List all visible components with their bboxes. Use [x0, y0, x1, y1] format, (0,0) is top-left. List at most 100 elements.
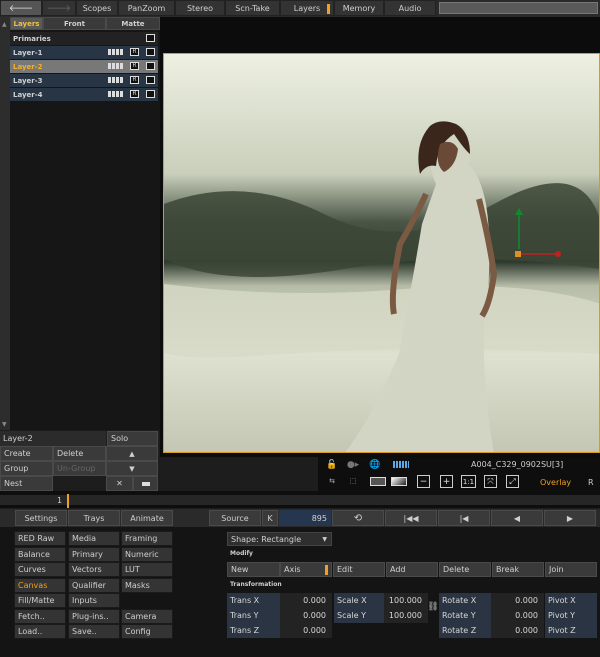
- frame-counter[interactable]: 895: [279, 510, 331, 526]
- menu-item-config[interactable]: Config: [121, 624, 173, 639]
- render-button[interactable]: R: [130, 48, 139, 56]
- menu-item-framing[interactable]: Framing: [121, 531, 173, 546]
- pivot-z-field[interactable]: Pivot Z: [545, 623, 597, 638]
- rotate-z-value[interactable]: 0.000: [491, 623, 544, 638]
- play-button[interactable]: ▶: [544, 510, 596, 526]
- fit-icon[interactable]: ⤧: [484, 475, 497, 488]
- play-reverse-button[interactable]: ◀: [491, 510, 543, 526]
- menu-item-fill-matte[interactable]: Fill/Matte: [14, 593, 66, 608]
- shape-select[interactable]: Shape: Rectangle ▼: [227, 532, 332, 546]
- close-button[interactable]: ✕: [106, 476, 133, 491]
- forward-button[interactable]: 🡒: [42, 0, 76, 16]
- tab-scopes[interactable]: Scopes: [76, 0, 118, 16]
- zoom-out-icon[interactable]: −: [417, 475, 430, 488]
- solo-button[interactable]: Solo: [107, 431, 158, 446]
- pivot-y-field[interactable]: Pivot Y: [545, 608, 597, 623]
- layer-row-3[interactable]: Layer-3 R: [10, 74, 158, 87]
- layer-row-1[interactable]: Layer-1 R: [10, 46, 158, 59]
- menu-item-qualifier[interactable]: Qualifier: [68, 577, 120, 593]
- ungroup-button[interactable]: Un-Group: [53, 461, 106, 476]
- rotate-x-value[interactable]: 0.000: [491, 593, 544, 608]
- tab-panzoom[interactable]: PanZoom: [118, 0, 175, 16]
- delete-layer-button[interactable]: Delete: [53, 446, 106, 461]
- fullscreen-icon[interactable]: ⤢: [506, 475, 519, 488]
- tab-audio[interactable]: Audio: [384, 0, 436, 16]
- layer-tab-front[interactable]: Front: [43, 17, 106, 30]
- menu-item-save[interactable]: Save..: [68, 624, 120, 639]
- overlay-r-toggle[interactable]: R: [588, 478, 594, 487]
- settings-button[interactable]: Settings: [15, 510, 67, 526]
- link-chain-icon[interactable]: ⛓: [427, 598, 438, 616]
- create-button[interactable]: Create: [0, 446, 53, 461]
- menu-item-balance[interactable]: Balance: [14, 546, 66, 562]
- layer-visibility-icon[interactable]: [146, 90, 155, 98]
- trans-x-value[interactable]: 0.000: [280, 593, 332, 608]
- menu-item-camera[interactable]: Camera: [121, 608, 173, 624]
- timeline-scale[interactable]: [0, 495, 600, 505]
- move-down-button[interactable]: ▼: [106, 461, 158, 476]
- trays-button[interactable]: Trays: [68, 510, 120, 526]
- tab-stereo[interactable]: Stereo: [175, 0, 225, 16]
- menu-item-vectors[interactable]: Vectors: [68, 562, 120, 577]
- one-to-one-button[interactable]: 1:1: [461, 475, 476, 488]
- menu-button[interactable]: [133, 476, 158, 491]
- trans-z-value[interactable]: 0.000: [280, 623, 332, 638]
- join-button[interactable]: Join: [545, 562, 597, 577]
- play-record-icon[interactable]: ●▸: [345, 458, 361, 471]
- layer-tab-layers[interactable]: Layers: [10, 17, 43, 30]
- tab-memory[interactable]: Memory: [334, 0, 384, 16]
- group-button[interactable]: Group: [0, 461, 53, 476]
- zoom-in-icon[interactable]: +: [440, 475, 453, 488]
- layer-group-row[interactable]: Primaries: [10, 32, 158, 45]
- loop-button[interactable]: ⟲: [332, 510, 384, 526]
- menu-item-media[interactable]: Media: [68, 531, 120, 546]
- split-view-icon[interactable]: ⇆: [324, 475, 340, 487]
- menu-item-curves[interactable]: Curves: [14, 562, 66, 577]
- menu-item-masks[interactable]: Masks: [121, 577, 173, 593]
- layer-row-2[interactable]: Layer-2 R: [10, 60, 158, 73]
- source-button[interactable]: Source: [209, 510, 261, 526]
- layer-visibility-icon[interactable]: [146, 48, 155, 56]
- video-frame[interactable]: [163, 53, 600, 453]
- layer-visibility-icon[interactable]: [146, 76, 155, 84]
- pivot-x-field[interactable]: Pivot X: [545, 593, 597, 608]
- tab-scn-take[interactable]: Scn-Take: [225, 0, 280, 16]
- new-button[interactable]: New: [227, 562, 280, 577]
- break-button[interactable]: Break: [492, 562, 544, 577]
- add-button[interactable]: Add: [386, 562, 438, 577]
- frame-icon[interactable]: [370, 477, 386, 486]
- move-up-button[interactable]: ▲: [106, 446, 158, 461]
- wipe-icon[interactable]: ⬚: [345, 475, 361, 487]
- scale-x-value[interactable]: 100.000: [384, 593, 428, 608]
- layer-tab-matte[interactable]: Matte: [106, 17, 160, 30]
- go-to-start-button[interactable]: |◀◀: [385, 510, 437, 526]
- menu-item-lut[interactable]: LUT: [121, 562, 173, 577]
- menu-item-canvas[interactable]: Canvas: [14, 577, 66, 593]
- layer-row-4[interactable]: Layer-4 R: [10, 88, 158, 101]
- render-button[interactable]: R: [130, 76, 139, 84]
- animate-button[interactable]: Animate: [121, 510, 173, 526]
- trans-y-value[interactable]: 0.000: [280, 608, 332, 623]
- playhead[interactable]: [67, 494, 69, 508]
- tab-layers[interactable]: Layers: [280, 0, 334, 16]
- render-button[interactable]: R: [130, 90, 139, 98]
- keyframe-button[interactable]: K: [262, 510, 278, 526]
- edit-button[interactable]: Edit: [333, 562, 385, 577]
- render-button[interactable]: R: [130, 62, 139, 70]
- delete-point-button[interactable]: Delete: [439, 562, 491, 577]
- axis-button[interactable]: Axis: [280, 562, 332, 577]
- step-back-button[interactable]: |◀: [438, 510, 490, 526]
- nest-button[interactable]: Nest: [0, 476, 53, 491]
- back-button[interactable]: 🡐: [0, 0, 42, 16]
- lock-icon[interactable]: 🔓: [326, 458, 338, 471]
- menu-item-red-raw[interactable]: RED Raw: [14, 531, 66, 546]
- globe-icon[interactable]: 🌐: [368, 458, 382, 471]
- layer-scrollbar[interactable]: ▲ ▼: [0, 17, 10, 430]
- menu-item-fetch[interactable]: Fetch..: [14, 608, 66, 624]
- menu-item-inputs[interactable]: Inputs: [68, 593, 120, 608]
- gradient-icon[interactable]: [391, 477, 407, 486]
- scale-y-value[interactable]: 100.000: [384, 608, 428, 623]
- overlay-toggle[interactable]: Overlay: [540, 478, 571, 487]
- menu-item-numeric[interactable]: Numeric: [121, 546, 173, 562]
- rotate-y-value[interactable]: 0.000: [491, 608, 544, 623]
